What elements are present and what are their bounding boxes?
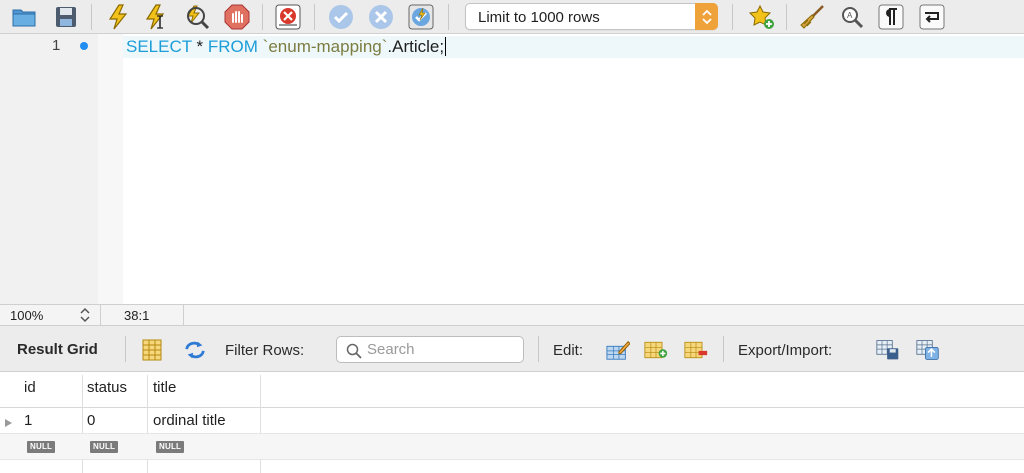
import-button[interactable] <box>916 338 940 362</box>
null-badge[interactable]: NULL <box>90 441 119 453</box>
lightning-cursor-icon <box>145 4 165 30</box>
table-row[interactable]: 1 0 ordinal title <box>0 408 1024 434</box>
stop-button[interactable] <box>223 3 251 31</box>
autocommit-button[interactable] <box>407 3 435 31</box>
edit-label: Edit: <box>553 342 584 359</box>
cell-status[interactable]: 0 <box>87 412 95 429</box>
explain-button[interactable] <box>183 3 211 31</box>
sql-star: * <box>191 37 208 56</box>
result-toolbar: Result Grid Filter Rows: Edit: <box>0 326 1024 372</box>
folder-icon <box>12 9 36 27</box>
sql-keyword-from: FROM <box>207 37 258 56</box>
null-badge[interactable]: NULL <box>156 441 185 453</box>
beautify-button[interactable] <box>798 3 826 31</box>
column-header-status[interactable]: status <box>87 379 127 396</box>
export-save-icon <box>876 340 899 360</box>
filter-rows-label: Filter Rows: <box>225 342 305 359</box>
table-row[interactable]: NULL NULL NULL <box>0 434 1024 460</box>
fold-column <box>98 34 123 304</box>
svg-text:A: A <box>847 11 853 20</box>
row-pointer-icon <box>4 416 13 431</box>
chevron-updown-icon <box>80 307 90 323</box>
commit-button[interactable] <box>327 3 355 31</box>
broom-icon <box>800 5 824 29</box>
execute-current-button[interactable] <box>142 3 170 31</box>
text-caret <box>445 37 447 56</box>
sql-schema-name: `enum-mapping` <box>262 37 388 56</box>
line-number-gutter: 1 <box>0 34 98 304</box>
save-icon <box>56 7 76 27</box>
columns-icon <box>142 339 162 361</box>
explain-magnifier-icon <box>187 5 210 30</box>
cell-title[interactable]: ordinal title <box>153 412 226 429</box>
toggle-grid-view-button[interactable] <box>140 338 164 362</box>
add-snippet-button[interactable] <box>748 3 776 31</box>
rollback-x-icon <box>369 5 393 29</box>
find-button[interactable]: A <box>838 3 866 31</box>
invisible-chars-button[interactable] <box>877 3 905 31</box>
null-badge[interactable]: NULL <box>27 441 56 453</box>
find-icon: A <box>842 7 864 29</box>
cell-id[interactable]: 1 <box>24 412 32 429</box>
rollback-button[interactable] <box>367 3 395 31</box>
chevron-updown-icon <box>701 9 712 24</box>
save-script-button[interactable] <box>52 3 80 31</box>
toggle-error-icon <box>275 4 301 30</box>
cursor-position: 38:1 <box>124 308 150 323</box>
line-number: 1 <box>52 37 61 54</box>
stop-icon <box>224 4 250 30</box>
word-wrap-button[interactable] <box>918 3 946 31</box>
star-add-icon <box>749 4 774 29</box>
delete-row-button[interactable] <box>684 338 708 362</box>
search-input[interactable] <box>367 340 517 359</box>
sql-table-name: .Article; <box>387 37 445 56</box>
add-row-button[interactable] <box>644 338 668 362</box>
editor-toolbar: Limit to 1000 rows A <box>0 0 1024 34</box>
result-grid: id status title 1 0 ordinal title NULL N… <box>0 372 1024 473</box>
open-script-button[interactable] <box>10 3 38 31</box>
grid-header-row: id status title <box>0 372 1024 408</box>
column-header-title[interactable]: title <box>153 379 176 396</box>
search-icon <box>346 343 362 359</box>
zoom-stepper[interactable] <box>80 307 90 326</box>
filter-rows-search[interactable] <box>336 336 524 363</box>
wrap-icon <box>919 4 945 30</box>
import-icon <box>916 340 939 360</box>
statement-marker-icon[interactable] <box>80 42 88 50</box>
result-grid-tab[interactable]: Result Grid <box>17 341 98 358</box>
pencil-edit-icon <box>606 341 630 360</box>
sql-keyword-select: SELECT <box>126 37 192 56</box>
commit-check-icon <box>329 5 353 29</box>
refresh-icon <box>185 341 205 359</box>
column-header-id[interactable]: id <box>24 379 36 396</box>
autocommit-icon <box>408 4 434 30</box>
sql-editor[interactable]: 1 SELECT * FROM `enum-mapping`.Article; <box>0 34 1024 304</box>
refresh-button[interactable] <box>183 338 207 362</box>
toggle-stop-on-error-button[interactable] <box>274 3 302 31</box>
export-import-label: Export/Import: <box>738 342 833 359</box>
sql-statement[interactable]: SELECT * FROM `enum-mapping`.Article; <box>126 37 447 57</box>
row-limit-select[interactable]: Limit to 1000 rows <box>465 3 718 30</box>
pilcrow-icon <box>878 4 904 30</box>
row-limit-value: Limit to 1000 rows <box>478 9 600 26</box>
export-button[interactable] <box>876 338 900 362</box>
execute-button[interactable] <box>104 3 132 31</box>
lightning-icon <box>108 4 128 30</box>
delete-row-icon <box>684 341 708 359</box>
editor-status-bar: 100% 38:1 <box>0 304 1024 326</box>
edit-row-button[interactable] <box>606 338 630 362</box>
add-row-icon <box>644 341 668 359</box>
row-limit-stepper[interactable] <box>695 3 718 30</box>
zoom-level: 100% <box>10 308 44 323</box>
